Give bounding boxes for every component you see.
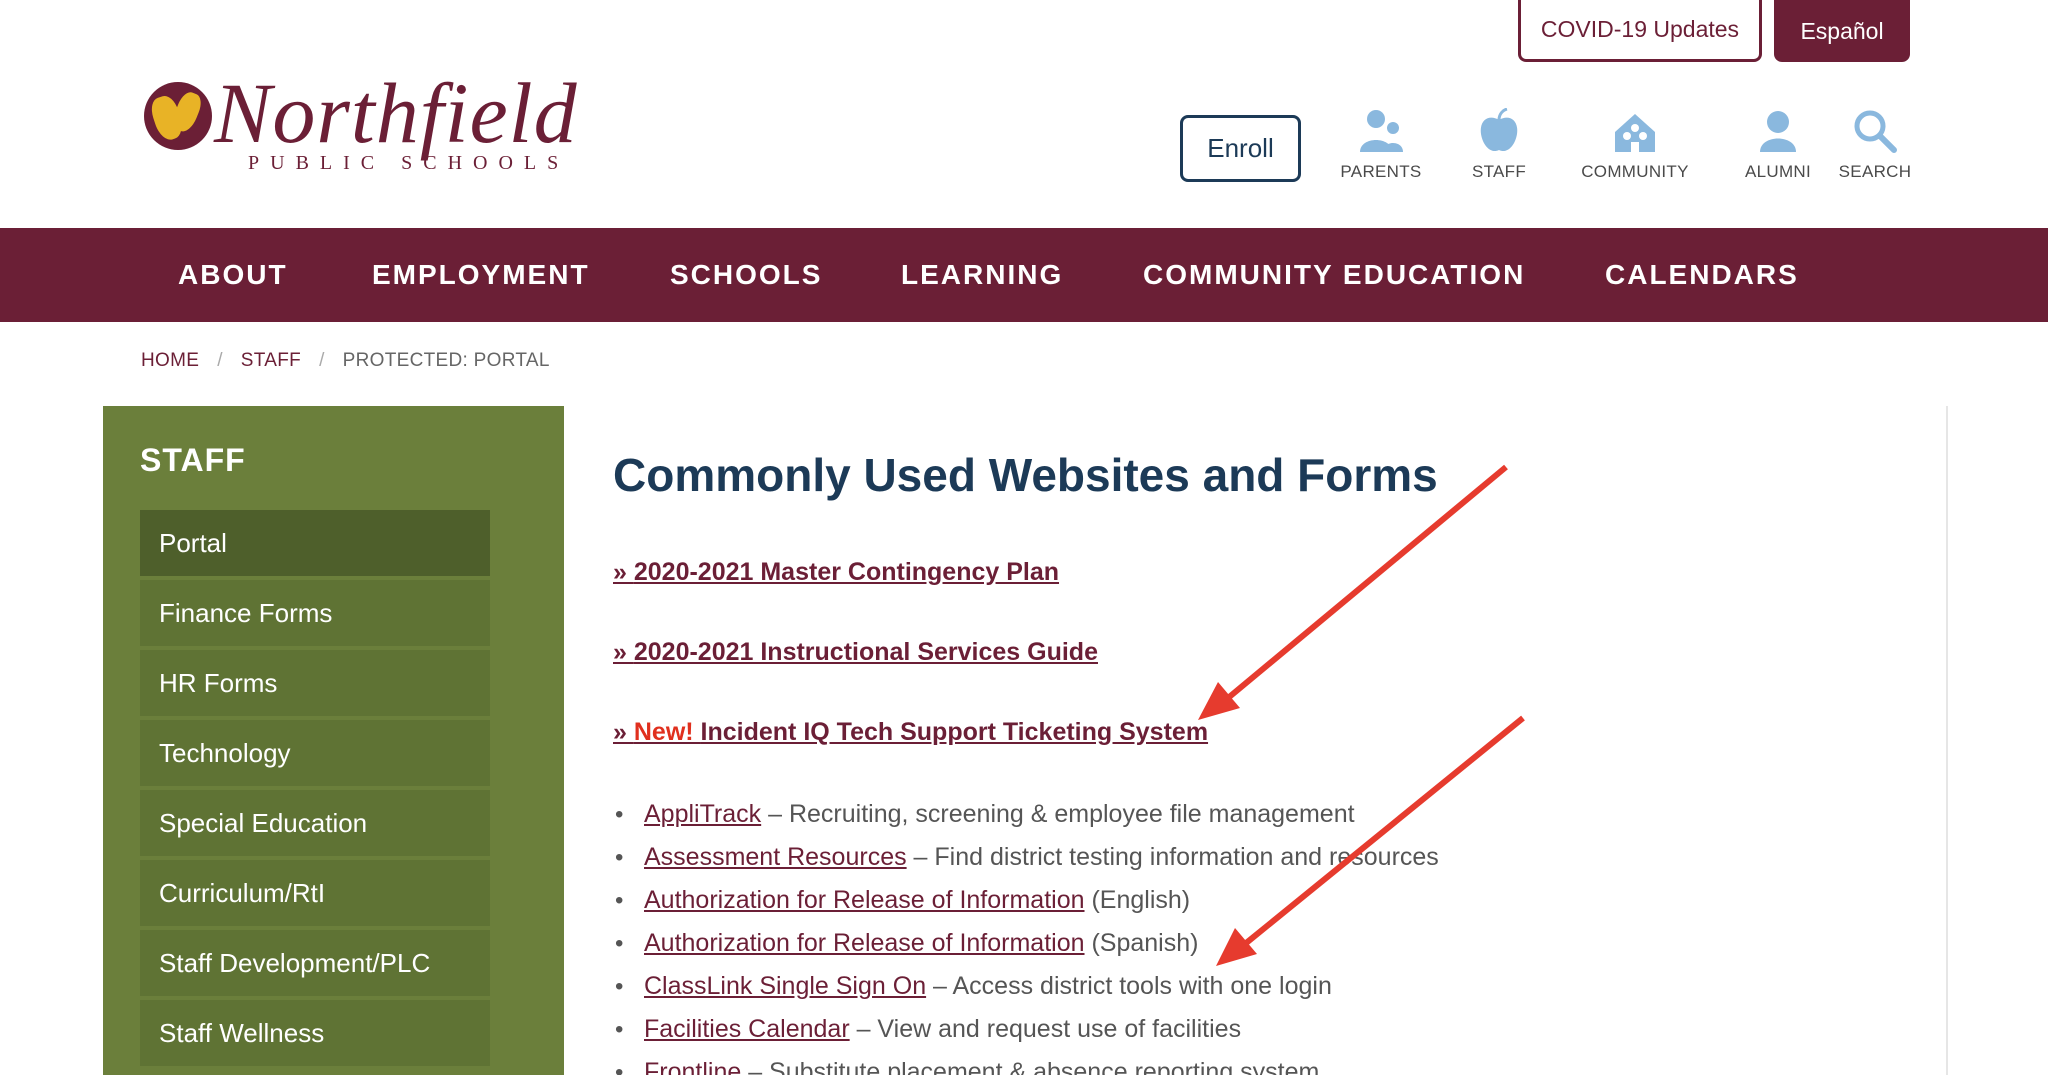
- quick-link-label: STAFF: [1471, 162, 1527, 181]
- nav-calendars[interactable]: CALENDARS: [1605, 228, 1799, 322]
- list-item: Authorization for Release of Information…: [614, 922, 1439, 965]
- list-item: Assessment Resources – Find district tes…: [614, 836, 1439, 879]
- list-item: ClassLink Single Sign On – Access distri…: [614, 965, 1439, 1008]
- sidebar-item-finance-forms[interactable]: Finance Forms: [140, 580, 490, 646]
- featured-link-text: 2020-2021 Instructional Services Guide: [633, 638, 1098, 666]
- featured-link-contingency-plan[interactable]: » 2020-2021 Master Contingency Plan: [613, 558, 1059, 587]
- hands-logo-icon: [144, 82, 212, 150]
- sidebar-item-portal[interactable]: Portal: [140, 510, 490, 576]
- nav-learning[interactable]: LEARNING: [901, 228, 1063, 322]
- page-title: Commonly Used Websites and Forms: [613, 449, 1438, 501]
- quick-link-community[interactable]: COMMUNITY: [1580, 108, 1690, 188]
- featured-link-text: Incident IQ Tech Support Ticketing Syste…: [700, 718, 1209, 746]
- resource-link-facilities-calendar[interactable]: Facilities Calendar: [644, 1015, 850, 1043]
- quick-link-label: COMMUNITY: [1581, 162, 1689, 181]
- parents-icon: [1360, 110, 1403, 152]
- list-item: Authorization for Release of Information…: [614, 879, 1439, 922]
- quick-link-parents[interactable]: PARENTS: [1326, 108, 1436, 188]
- nav-employment[interactable]: EMPLOYMENT: [372, 228, 590, 322]
- list-item: Frontline – Substitute placement & absen…: [614, 1051, 1439, 1075]
- sidebar-item-technology[interactable]: Technology: [140, 720, 490, 786]
- annotation-arrow-incident-iq: [1198, 464, 1508, 720]
- logo-wordmark: Northfield: [214, 65, 578, 161]
- resource-list: AppliTrack – Recruiting, screening & emp…: [614, 793, 1439, 1075]
- resource-description: – View and request use of facilities: [849, 1015, 1242, 1043]
- quick-link-search[interactable]: SEARCH: [1820, 108, 1930, 188]
- nav-about[interactable]: ABOUT: [178, 228, 288, 322]
- resource-link-authorization-english[interactable]: Authorization for Release of Information: [644, 886, 1085, 914]
- featured-prefix: »: [613, 558, 634, 586]
- breadcrumb-staff[interactable]: STAFF: [241, 350, 301, 371]
- quick-link-alumni[interactable]: ALUMNI: [1723, 108, 1833, 188]
- breadcrumb-home[interactable]: HOME: [141, 350, 199, 371]
- resource-link-classlink[interactable]: ClassLink Single Sign On: [644, 972, 926, 1000]
- quick-link-label: SEARCH: [1838, 162, 1912, 181]
- resource-description: – Find district testing information and …: [906, 843, 1439, 871]
- quick-link-label: PARENTS: [1340, 162, 1422, 181]
- staff-sidebar: STAFF Portal Finance Forms HR Forms Tech…: [103, 406, 564, 1075]
- resource-description: – Recruiting, screening & employee file …: [761, 800, 1355, 828]
- resource-link-assessment[interactable]: Assessment Resources: [644, 843, 907, 871]
- community-icon: [1615, 114, 1655, 152]
- quick-link-label: ALUMNI: [1744, 162, 1812, 181]
- enroll-button[interactable]: Enroll: [1180, 115, 1301, 182]
- resource-description: (English): [1084, 886, 1191, 914]
- list-item: AppliTrack – Recruiting, screening & emp…: [614, 793, 1439, 836]
- featured-link-incident-iq[interactable]: » New! Incident IQ Tech Support Ticketin…: [613, 718, 1208, 747]
- search-icon: [1854, 110, 1897, 153]
- breadcrumb-current: PROTECTED: PORTAL: [342, 350, 550, 371]
- sidebar-item-special-education[interactable]: Special Education: [140, 790, 490, 856]
- covid-updates-button[interactable]: COVID-19 Updates: [1518, 0, 1762, 62]
- new-badge: New!: [633, 718, 701, 746]
- espanol-button[interactable]: Español: [1774, 0, 1910, 62]
- featured-prefix: »: [613, 718, 634, 746]
- main-nav: ABOUT EMPLOYMENT SCHOOLS LEARNING COMMUN…: [0, 228, 2048, 322]
- resource-link-authorization-spanish[interactable]: Authorization for Release of Information: [644, 929, 1085, 957]
- apple-icon: [1480, 108, 1518, 152]
- sidebar-item-staff-wellness[interactable]: Staff Wellness: [140, 1000, 490, 1066]
- featured-prefix: »: [613, 638, 634, 666]
- northfield-logo[interactable]: Northfield PUBLIC SCHOOLS: [140, 70, 610, 176]
- featured-link-instructional-guide[interactable]: » 2020-2021 Instructional Services Guide: [613, 638, 1098, 667]
- list-item: Facilities Calendar – View and request u…: [614, 1008, 1439, 1051]
- featured-link-text: 2020-2021 Master Contingency Plan: [633, 558, 1060, 586]
- sidebar-item-curriculum[interactable]: Curriculum/RtI: [140, 860, 490, 926]
- resource-link-applitrack[interactable]: AppliTrack: [644, 800, 761, 828]
- nav-schools[interactable]: SCHOOLS: [670, 228, 822, 322]
- content-divider: [1946, 406, 1948, 1075]
- resource-description: – Substitute placement & absence reporti…: [741, 1058, 1320, 1075]
- sidebar-item-staff-development[interactable]: Staff Development/PLC: [140, 930, 490, 996]
- alumni-icon: [1760, 111, 1796, 152]
- resource-link-frontline[interactable]: Frontline: [644, 1058, 741, 1075]
- sidebar-title: STAFF: [140, 442, 246, 478]
- sidebar-item-hr-forms[interactable]: HR Forms: [140, 650, 490, 716]
- resource-description: – Access district tools with one login: [926, 972, 1332, 1000]
- logo-subtitle: PUBLIC SCHOOLS: [248, 152, 570, 174]
- quick-link-staff[interactable]: STAFF: [1444, 108, 1554, 188]
- resource-description: (Spanish): [1084, 929, 1199, 957]
- nav-community-education[interactable]: COMMUNITY EDUCATION: [1143, 228, 1525, 322]
- breadcrumb: HOME / STAFF / PROTECTED: PORTAL: [141, 350, 550, 371]
